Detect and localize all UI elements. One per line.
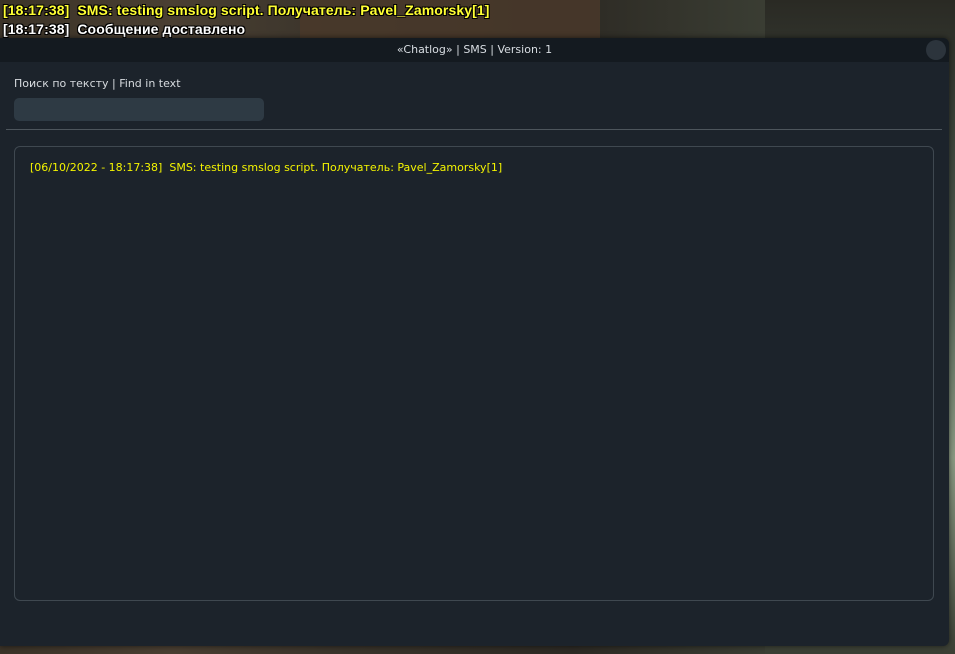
chat-line: [18:17:38] SMS: testing smslog script. П… <box>3 2 490 18</box>
chatlog-window: «Chatlog» | SMS | Version: 1 Поиск по те… <box>0 38 949 646</box>
separator <box>6 129 942 130</box>
close-icon[interactable] <box>926 40 946 60</box>
search-input[interactable] <box>14 98 264 121</box>
log-panel[interactable]: [06/10/2022 - 18:17:38] SMS: testing sms… <box>14 146 934 601</box>
log-entry: [06/10/2022 - 18:17:38] SMS: testing sms… <box>30 161 503 174</box>
search-label: Поиск по тексту | Find in text <box>14 77 181 90</box>
chat-line: [18:17:38] Сообщение доставлено <box>3 21 246 37</box>
window-title: «Chatlog» | SMS | Version: 1 <box>396 43 553 56</box>
window-titlebar[interactable]: «Chatlog» | SMS | Version: 1 <box>0 38 949 62</box>
